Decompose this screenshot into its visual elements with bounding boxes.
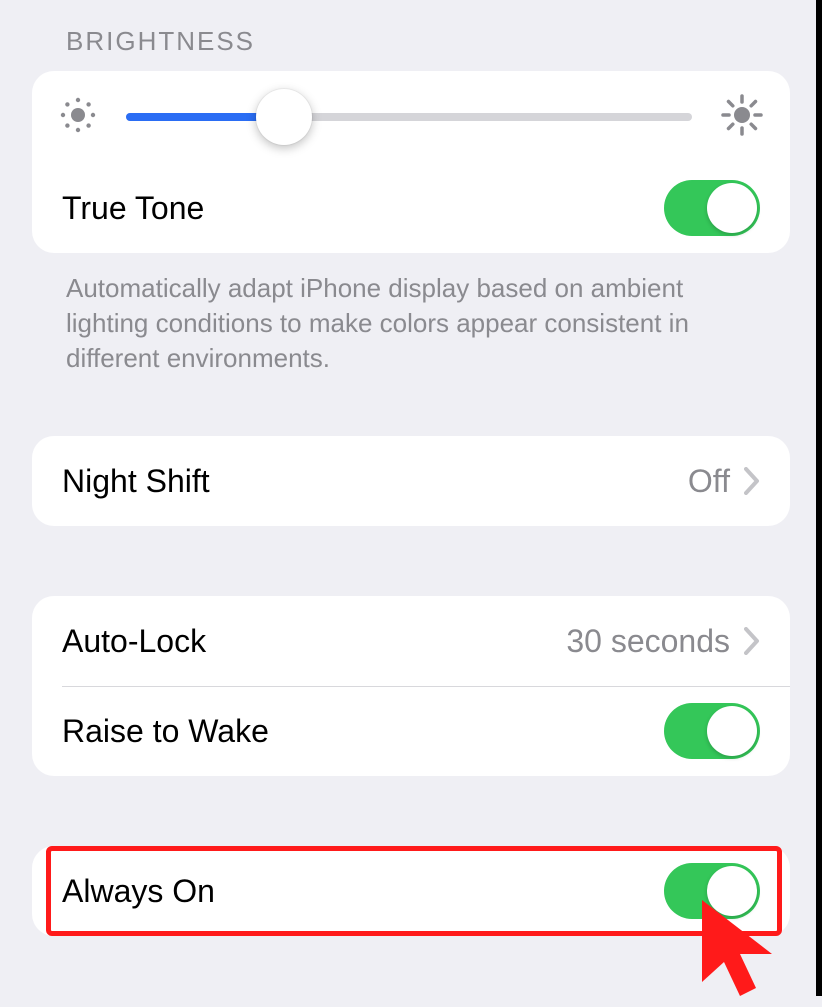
night-shift-label: Night Shift [62, 463, 210, 500]
chevron-right-icon [744, 627, 760, 655]
auto-lock-row[interactable]: Auto-Lock 30 seconds [32, 596, 790, 686]
raise-to-wake-toggle[interactable] [664, 703, 760, 759]
autolock-group: Auto-Lock 30 seconds Raise to Wake [32, 596, 790, 776]
always-on-toggle[interactable] [664, 863, 760, 919]
chevron-right-icon [744, 467, 760, 495]
screenshot-right-edge [816, 0, 822, 996]
raise-to-wake-label: Raise to Wake [62, 713, 269, 750]
night-shift-group: Night Shift Off [32, 436, 790, 526]
auto-lock-value: 30 seconds [566, 623, 730, 660]
raise-to-wake-row: Raise to Wake [32, 686, 790, 776]
brightness-group: True Tone [32, 71, 790, 253]
brightness-slider-row [32, 71, 790, 163]
brightness-slider[interactable] [126, 113, 692, 121]
true-tone-label: True Tone [62, 190, 204, 227]
always-on-group: Always On [32, 846, 790, 936]
true-tone-description: Automatically adapt iPhone display based… [32, 253, 790, 376]
night-shift-row[interactable]: Night Shift Off [32, 436, 790, 526]
brightness-section-header: BRIGHTNESS [32, 0, 790, 71]
always-on-row: Always On [32, 846, 790, 936]
true-tone-toggle[interactable] [664, 180, 760, 236]
auto-lock-label: Auto-Lock [62, 623, 206, 660]
night-shift-value: Off [688, 463, 730, 500]
sun-high-icon [720, 93, 764, 142]
true-tone-row: True Tone [32, 163, 790, 253]
always-on-label: Always On [62, 873, 215, 910]
sun-low-icon [58, 95, 98, 140]
